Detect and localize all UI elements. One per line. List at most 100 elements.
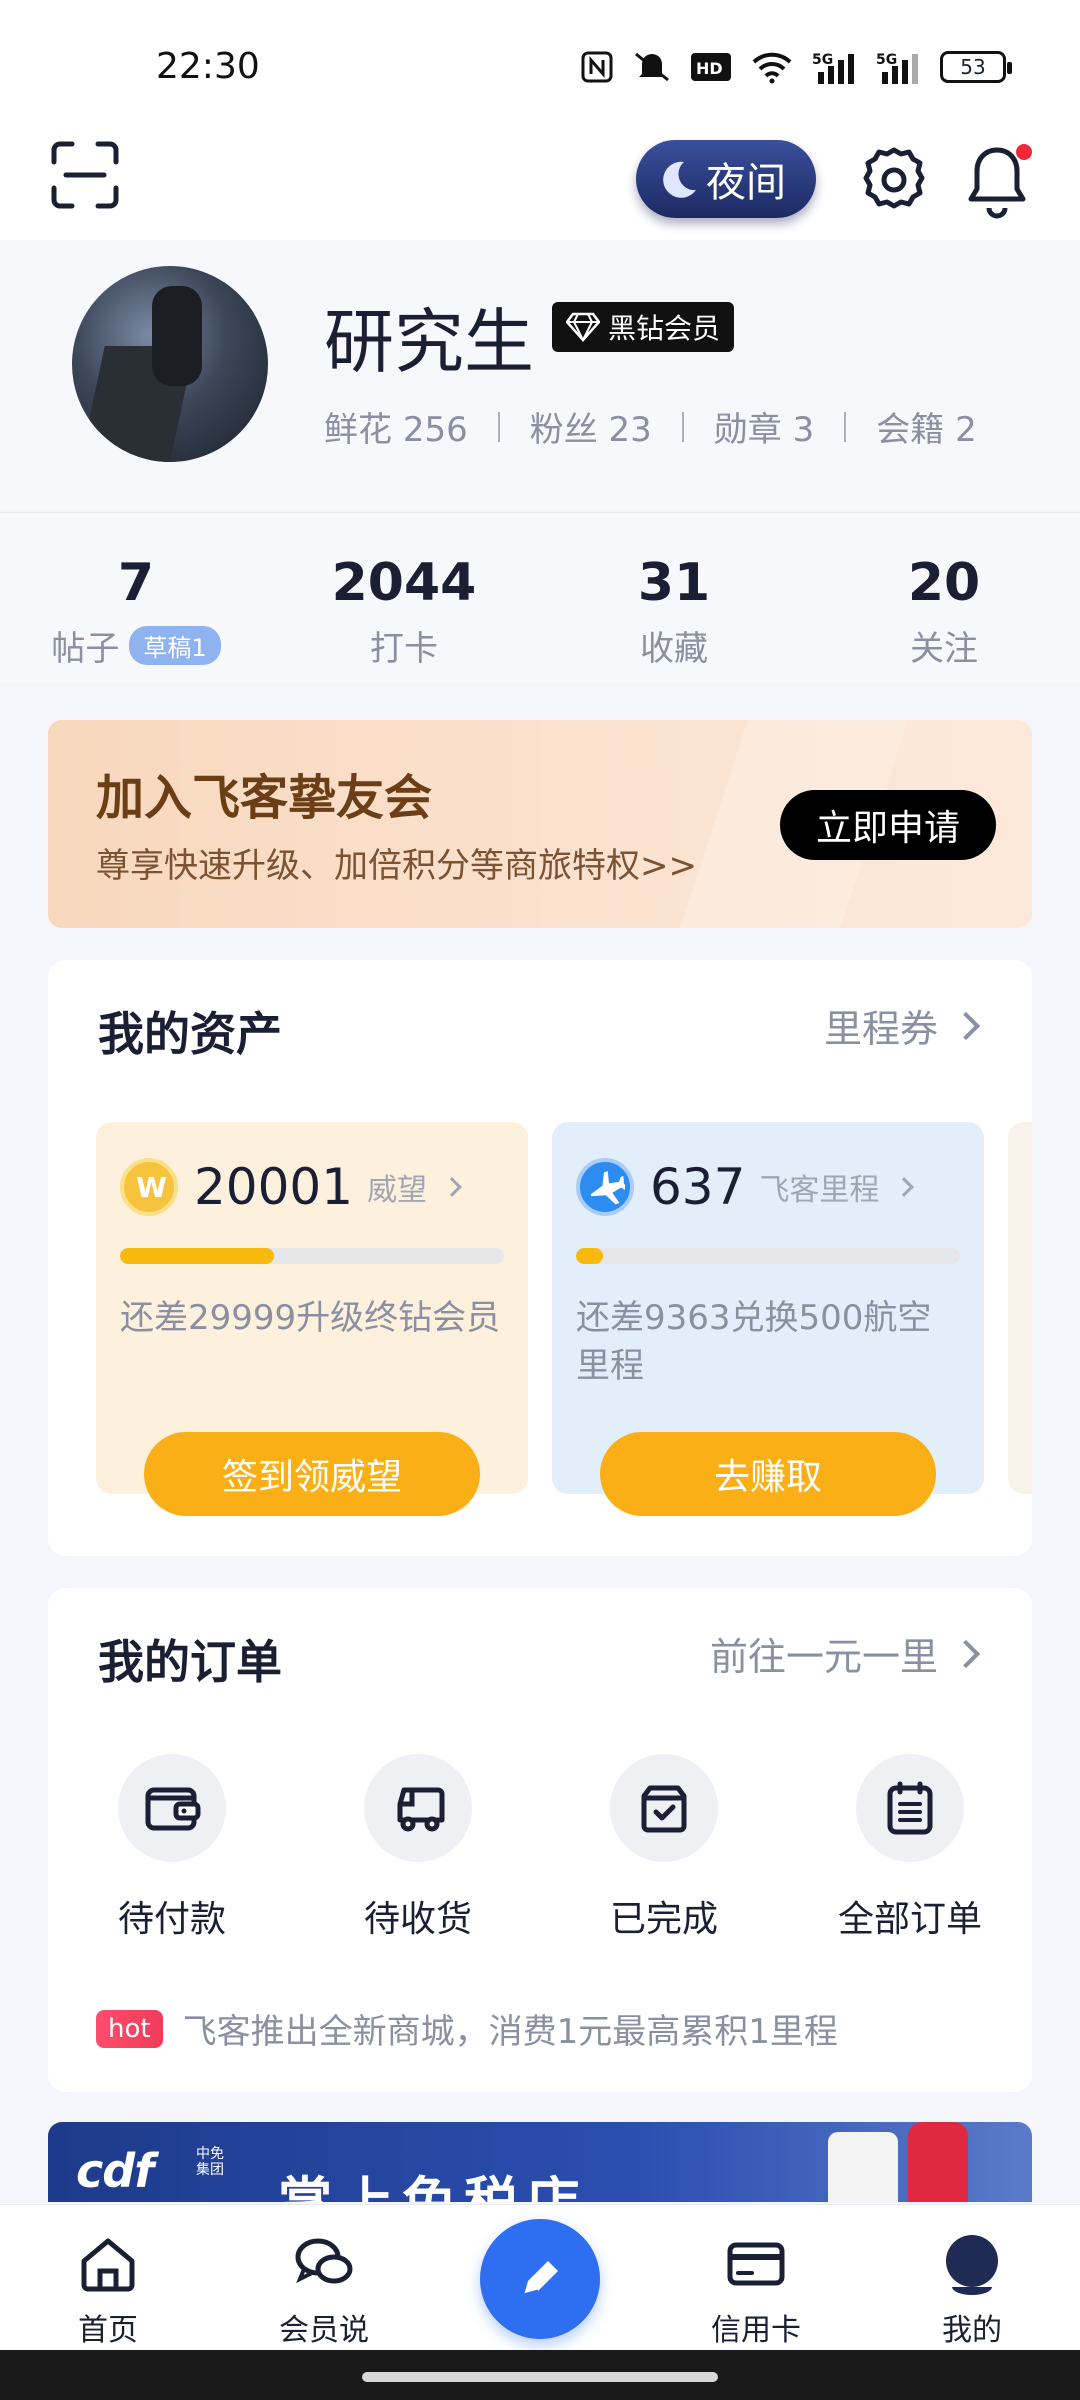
order-pending-receipt[interactable]: 待收货 (328, 1754, 508, 1942)
box-check-icon (641, 1785, 687, 1833)
vip-badge[interactable]: 黑钻会员 (552, 302, 735, 352)
order-all[interactable]: 全部订单 (820, 1754, 1000, 1942)
hot-tag: hot (96, 2009, 163, 2048)
asset-prestige-card[interactable]: W 20001 威望 还差29999升级终钻会员 签到领威望 (96, 1122, 528, 1516)
cdf-logo: cdf (76, 2144, 154, 2198)
one-yuan-one-mile-link[interactable]: 前往一元一里 (710, 1626, 981, 1681)
activity-counts: 7 帖子 草稿1 2044 打卡 31 收藏 20 关注 (0, 512, 1080, 682)
chevron-right-icon (442, 1177, 462, 1197)
prestige-description: 还差29999升级终钻会员 (120, 1298, 501, 1338)
profile-section: 研究生 黑钻会员 鲜花 256 粉丝 23 勋章 3 会籍 2 (0, 240, 1080, 510)
miles-value: 637 (650, 1158, 746, 1216)
night-mode-label: 夜间 (706, 160, 786, 206)
asset-miles-card[interactable]: 637 飞客里程 还差9363兑换500航空里程 去赚取 (552, 1122, 984, 1516)
order-pending-payment[interactable]: 待付款 (82, 1754, 262, 1942)
diamond-icon (566, 312, 600, 342)
duty-free-banner[interactable]: cdf 中免集团 掌上免税店 (48, 2122, 1032, 2202)
truck-icon (397, 1787, 445, 1832)
divider (681, 411, 684, 442)
banner-title: 掌上免税店 (278, 2158, 588, 2202)
earn-miles-button[interactable]: 去赚取 (600, 1432, 936, 1516)
tab-member-talk[interactable]: 会员说 (244, 2231, 404, 2349)
gesture-bar (0, 2350, 1080, 2400)
status-bar: 22:30 HD 5G 5G 53 (0, 0, 1080, 130)
orders-title: 我的订单 (98, 1635, 282, 1689)
notification-dot (1016, 144, 1032, 160)
product-image (908, 2122, 968, 2202)
orders-card: 我的订单 前往一元一里 待付款 待收货 已完成 全部订单 hot 飞客推出全新商… (48, 1588, 1032, 2092)
join-subtitle: 尊享快速升级、加倍积分等商旅特权>> (96, 846, 697, 886)
scan-icon[interactable] (50, 140, 120, 210)
plane-icon (576, 1158, 634, 1216)
mute-icon (635, 52, 669, 82)
divider (497, 411, 500, 442)
stat-memberships[interactable]: 会籍 2 (876, 402, 976, 451)
moon-icon (663, 161, 696, 198)
wifi-icon (752, 52, 792, 84)
chevron-right-icon (894, 1177, 915, 1197)
wallet-icon (145, 1787, 201, 1831)
top-header: 夜间 (0, 130, 1080, 240)
svg-text:5G: 5G (812, 52, 833, 68)
prestige-unit: 威望 (367, 1173, 428, 1208)
avatar[interactable] (72, 266, 268, 462)
join-title: 加入飞客挚友会 (96, 770, 433, 826)
clipboard-list-icon (887, 1781, 933, 1835)
count-posts[interactable]: 7 帖子 草稿1 (36, 553, 236, 670)
assets-card: 我的资产 里程券 W 20001 威望 还差29999升级终钻会员 签到领威望 … (48, 960, 1032, 1556)
svg-text:HD: HD (696, 59, 723, 78)
tab-credit-card[interactable]: 信用卡 (676, 2231, 836, 2349)
cdf-logo-sub: 中免集团 (196, 2146, 224, 2178)
hot-announcement[interactable]: hot 飞客推出全新商城，消费1元最高累积1里程 (96, 2004, 838, 2053)
divider (844, 411, 847, 442)
miles-description: 还差9363兑换500航空里程 (576, 1298, 932, 1386)
prestige-value: 20001 (194, 1158, 354, 1216)
order-completed[interactable]: 已完成 (574, 1754, 754, 1942)
stat-flowers[interactable]: 鲜花 256 (324, 402, 468, 451)
bottom-tab-bar: 首页 会员说 信用卡 我的 (0, 2204, 1080, 2350)
mileage-voucher-link[interactable]: 里程券 (824, 998, 981, 1053)
profile-icon (946, 2235, 998, 2295)
asset-next-card-peek[interactable] (1008, 1122, 1032, 1494)
stat-fans[interactable]: 粉丝 23 (530, 402, 652, 451)
join-club-banner[interactable]: 加入飞客挚友会 尊享快速升级、加倍积分等商旅特权>> 立即申请 (48, 720, 1032, 928)
home-indicator[interactable] (362, 2372, 718, 2382)
gear-icon[interactable] (858, 144, 930, 216)
miles-progress (576, 1248, 960, 1264)
checkin-prestige-button[interactable]: 签到领威望 (144, 1432, 480, 1516)
credit-card-icon (727, 2242, 785, 2286)
status-icons: HD 5G 5G 53 (580, 50, 1012, 84)
night-mode-button[interactable]: 夜间 (636, 140, 816, 218)
home-icon (81, 2238, 135, 2292)
svg-text:5G: 5G (876, 52, 897, 68)
signal-5g-icon: 5G (876, 52, 918, 84)
status-time: 22:30 (156, 46, 260, 87)
prestige-progress (120, 1248, 504, 1264)
chevron-right-icon (951, 1011, 981, 1040)
svg-text:W: W (136, 1171, 167, 1204)
count-following[interactable]: 20 关注 (844, 553, 1044, 670)
profile-stats: 鲜花 256 粉丝 23 勋章 3 会籍 2 (324, 402, 977, 451)
signal-5g-icon: 5G (812, 52, 854, 84)
chevron-right-icon (951, 1639, 981, 1668)
tab-home[interactable]: 首页 (28, 2231, 188, 2349)
count-favorites[interactable]: 31 收藏 (574, 553, 774, 670)
compose-pencil-icon (523, 2261, 558, 2297)
hd-icon: HD (691, 53, 731, 81)
compose-button[interactable] (480, 2219, 600, 2339)
chat-bubbles-icon (295, 2238, 353, 2284)
stat-medals[interactable]: 勋章 3 (714, 402, 814, 451)
coin-w-icon: W (120, 1158, 178, 1216)
count-checkins[interactable]: 2044 打卡 (304, 553, 504, 670)
battery-indicator: 53 (940, 51, 1012, 83)
product-image (828, 2132, 898, 2202)
notification-button[interactable] (960, 140, 1034, 220)
username: 研究生 (324, 301, 534, 383)
tab-mine[interactable]: 我的 (892, 2231, 1052, 2349)
miles-unit: 飞客里程 (759, 1173, 880, 1208)
apply-button[interactable]: 立即申请 (780, 790, 996, 860)
vip-label: 黑钻会员 (608, 312, 721, 345)
assets-title: 我的资产 (98, 1007, 282, 1061)
nfc-icon (581, 51, 613, 83)
draft-badge[interactable]: 草稿1 (129, 626, 221, 665)
